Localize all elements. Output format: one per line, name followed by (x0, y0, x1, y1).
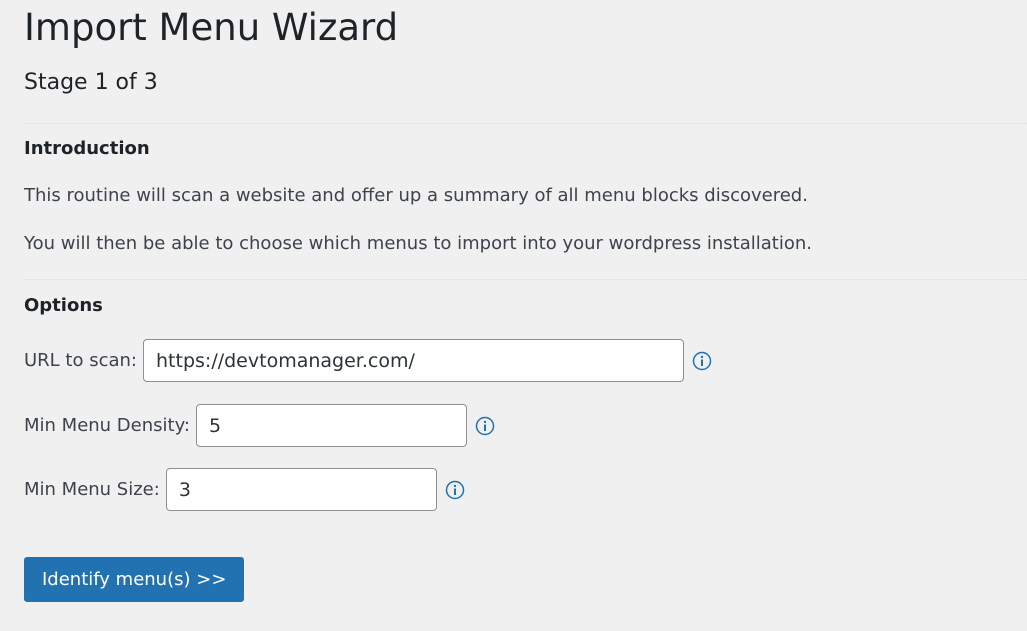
stage-indicator: Stage 1 of 3 (24, 70, 158, 95)
import-menu-wizard-page: Import Menu Wizard Stage 1 of 3 Introduc… (0, 0, 1027, 631)
size-field-label: Min Menu Size: (24, 479, 160, 500)
divider (24, 279, 1027, 280)
url-field-row: URL to scan: (24, 338, 712, 383)
intro-paragraph-2: You will then be able to choose which me… (24, 233, 812, 254)
introduction-heading: Introduction (24, 138, 150, 159)
url-field-label: URL to scan: (24, 350, 138, 371)
min-menu-density-input[interactable] (196, 404, 467, 447)
url-input[interactable] (143, 339, 685, 382)
size-field-row: Min Menu Size: (24, 467, 465, 512)
identify-menus-button[interactable]: Identify menu(s) >> (24, 557, 245, 602)
info-icon[interactable] (692, 351, 712, 371)
min-menu-size-input[interactable] (165, 468, 437, 511)
intro-paragraph-1: This routine will scan a website and off… (24, 185, 808, 206)
info-icon[interactable] (445, 480, 465, 500)
density-field-label: Min Menu Density: (24, 415, 190, 436)
density-field-row: Min Menu Density: (24, 403, 495, 448)
info-icon[interactable] (475, 416, 495, 436)
page-title: Import Menu Wizard (24, 6, 399, 49)
divider (24, 123, 1027, 124)
options-heading: Options (24, 295, 103, 316)
